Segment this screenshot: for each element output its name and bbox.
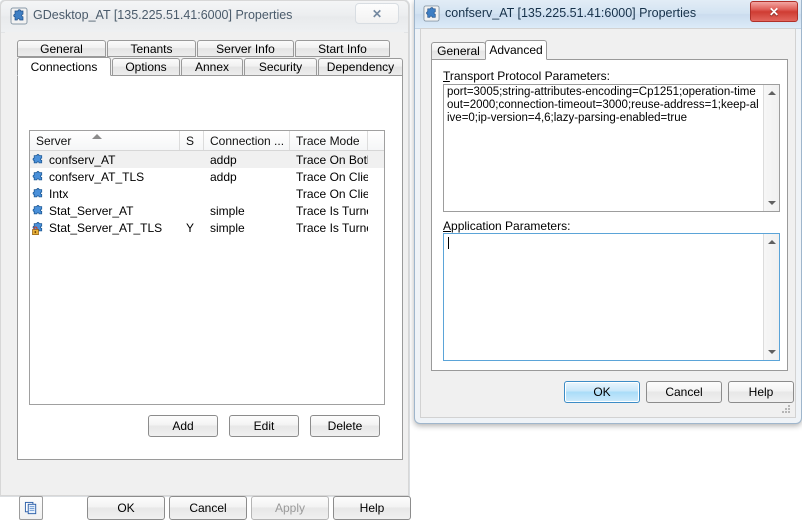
- transport-parameters-value: port=3005;string-attributes-encoding=Cp1…: [447, 86, 759, 124]
- puzzle-piece-icon: [32, 204, 46, 218]
- tab-general[interactable]: General: [17, 40, 106, 57]
- scroll-down-icon[interactable]: [764, 195, 779, 211]
- close-icon[interactable]: ✕: [355, 3, 399, 24]
- table-row[interactable]: Stat_Server_AT simple Trace Is Turned...: [30, 202, 384, 219]
- confserv-properties-window[interactable]: confserv_AT [135.225.51.41:6000] Propert…: [414, 0, 802, 424]
- transport-protocol-parameters-input[interactable]: port=3005;string-attributes-encoding=Cp1…: [443, 84, 780, 212]
- column-header-spacer: [368, 131, 384, 150]
- edit-button[interactable]: Edit: [229, 415, 299, 437]
- puzzle-piece-icon: [32, 187, 46, 201]
- cancel-button[interactable]: Cancel: [646, 381, 722, 403]
- delete-button[interactable]: Delete: [310, 415, 380, 437]
- apply-button: Apply: [251, 496, 329, 520]
- sort-ascending-icon: [92, 134, 102, 139]
- add-button[interactable]: Add: [148, 415, 218, 437]
- cell-trace-mode: Trace On Client...: [296, 186, 368, 201]
- puzzle-piece-icon: [10, 7, 28, 25]
- cell-trace-mode: Trace Is Turned...: [296, 220, 368, 235]
- puzzle-piece-icon: [32, 153, 46, 167]
- cell-server: confserv_AT: [30, 153, 180, 167]
- tab-annex[interactable]: Annex: [181, 58, 243, 76]
- cell-server: Stat_Server_AT: [30, 204, 180, 218]
- listview-rows: confserv_ATaddpTrace On Both ...confserv…: [30, 151, 384, 236]
- servers-listview[interactable]: Server S Connection ... Trace Mode confs…: [29, 130, 385, 405]
- cell-trace-mode: Trace On Client...: [296, 169, 368, 184]
- cell-server-name: Stat_Server_AT: [49, 203, 134, 218]
- right-window-title: confserv_AT [135.225.51.41:6000] Propert…: [445, 6, 697, 20]
- ok-button[interactable]: OK: [87, 496, 165, 520]
- cell-server: Intx: [30, 187, 180, 201]
- column-header-connection[interactable]: Connection ...: [204, 131, 290, 150]
- tab-advanced[interactable]: Advanced: [485, 40, 547, 60]
- cell-trace-mode: Trace Is Turned...: [296, 203, 368, 218]
- scroll-up-icon[interactable]: [764, 234, 779, 250]
- left-window-body: General Tenants Server Info Start Info C…: [5, 32, 411, 520]
- tab-general[interactable]: General: [431, 42, 486, 60]
- column-header-server[interactable]: Server: [30, 131, 180, 150]
- cell-server-name: confserv_AT: [49, 152, 116, 167]
- left-window-title: GDesktop_AT [135.225.51.41:6000] Propert…: [33, 8, 293, 22]
- ok-button[interactable]: OK: [564, 381, 640, 403]
- cell-server-name: Stat_Server_AT_TLS: [49, 220, 163, 235]
- right-window-body: General Advanced Transport Protocol Para…: [420, 28, 796, 418]
- application-parameters-input[interactable]: [443, 233, 780, 361]
- column-header-trace-mode[interactable]: Trace Mode: [290, 131, 368, 150]
- tab-server-info[interactable]: Server Info: [197, 40, 294, 57]
- tab-connections[interactable]: Connections: [17, 57, 111, 76]
- column-header-s[interactable]: S: [180, 131, 204, 150]
- cell-server-name: Intx: [49, 186, 69, 201]
- table-row[interactable]: Stat_Server_AT_TLS Ysimple Trace Is Turned…: [30, 219, 384, 236]
- scroll-up-icon[interactable]: [764, 85, 779, 101]
- scroll-down-icon[interactable]: [764, 344, 779, 360]
- cell-server: confserv_AT_TLS: [30, 170, 180, 184]
- application-scrollbar[interactable]: [763, 234, 779, 360]
- transport-protocol-parameters-label: Transport Protocol Parameters:: [443, 69, 610, 83]
- resize-grip[interactable]: [780, 403, 792, 415]
- listview-header: Server S Connection ... Trace Mode: [30, 131, 384, 151]
- cell-connection: simple: [210, 220, 245, 235]
- tab-security[interactable]: Security: [244, 58, 317, 76]
- tab-start-info[interactable]: Start Info: [295, 40, 390, 57]
- puzzle-piece-lock-icon: [32, 221, 46, 235]
- puzzle-piece-icon: [32, 170, 46, 184]
- transport-scrollbar[interactable]: [763, 85, 779, 211]
- table-row[interactable]: Intx Trace On Client...: [30, 185, 384, 202]
- tab-tenants[interactable]: Tenants: [107, 40, 196, 57]
- right-window-titlebar[interactable]: confserv_AT [135.225.51.41:6000] Propert…: [415, 0, 801, 29]
- cell-connection: simple: [210, 203, 245, 218]
- cell-trace-mode: Trace On Both ...: [296, 152, 368, 167]
- help-button[interactable]: Help: [728, 381, 794, 403]
- tab-options[interactable]: Options: [112, 58, 180, 76]
- table-row[interactable]: confserv_AT addp Trace On Both ...: [30, 151, 384, 168]
- cancel-button[interactable]: Cancel: [169, 496, 247, 520]
- close-icon[interactable]: ✕: [750, 1, 798, 22]
- left-window-titlebar[interactable]: GDesktop_AT [135.225.51.41:6000] Propert…: [1, 1, 408, 33]
- application-parameters-label: Application Parameters:: [443, 219, 571, 233]
- gdesktop-properties-window[interactable]: GDesktop_AT [135.225.51.41:6000] Propert…: [0, 0, 411, 520]
- cell-server: Stat_Server_AT_TLS: [30, 221, 180, 235]
- cell-s: Y: [186, 220, 195, 235]
- copy-documents-icon[interactable]: [19, 496, 43, 520]
- help-button[interactable]: Help: [333, 496, 411, 520]
- cell-connection: addp: [210, 152, 237, 167]
- tab-dependency[interactable]: Dependency: [318, 58, 403, 76]
- puzzle-piece-icon: [423, 5, 440, 22]
- cell-server-name: confserv_AT_TLS: [49, 169, 145, 184]
- table-row[interactable]: confserv_AT_TLS addp Trace On Client...: [30, 168, 384, 185]
- text-caret: [448, 237, 449, 249]
- cell-connection: addp: [210, 169, 237, 184]
